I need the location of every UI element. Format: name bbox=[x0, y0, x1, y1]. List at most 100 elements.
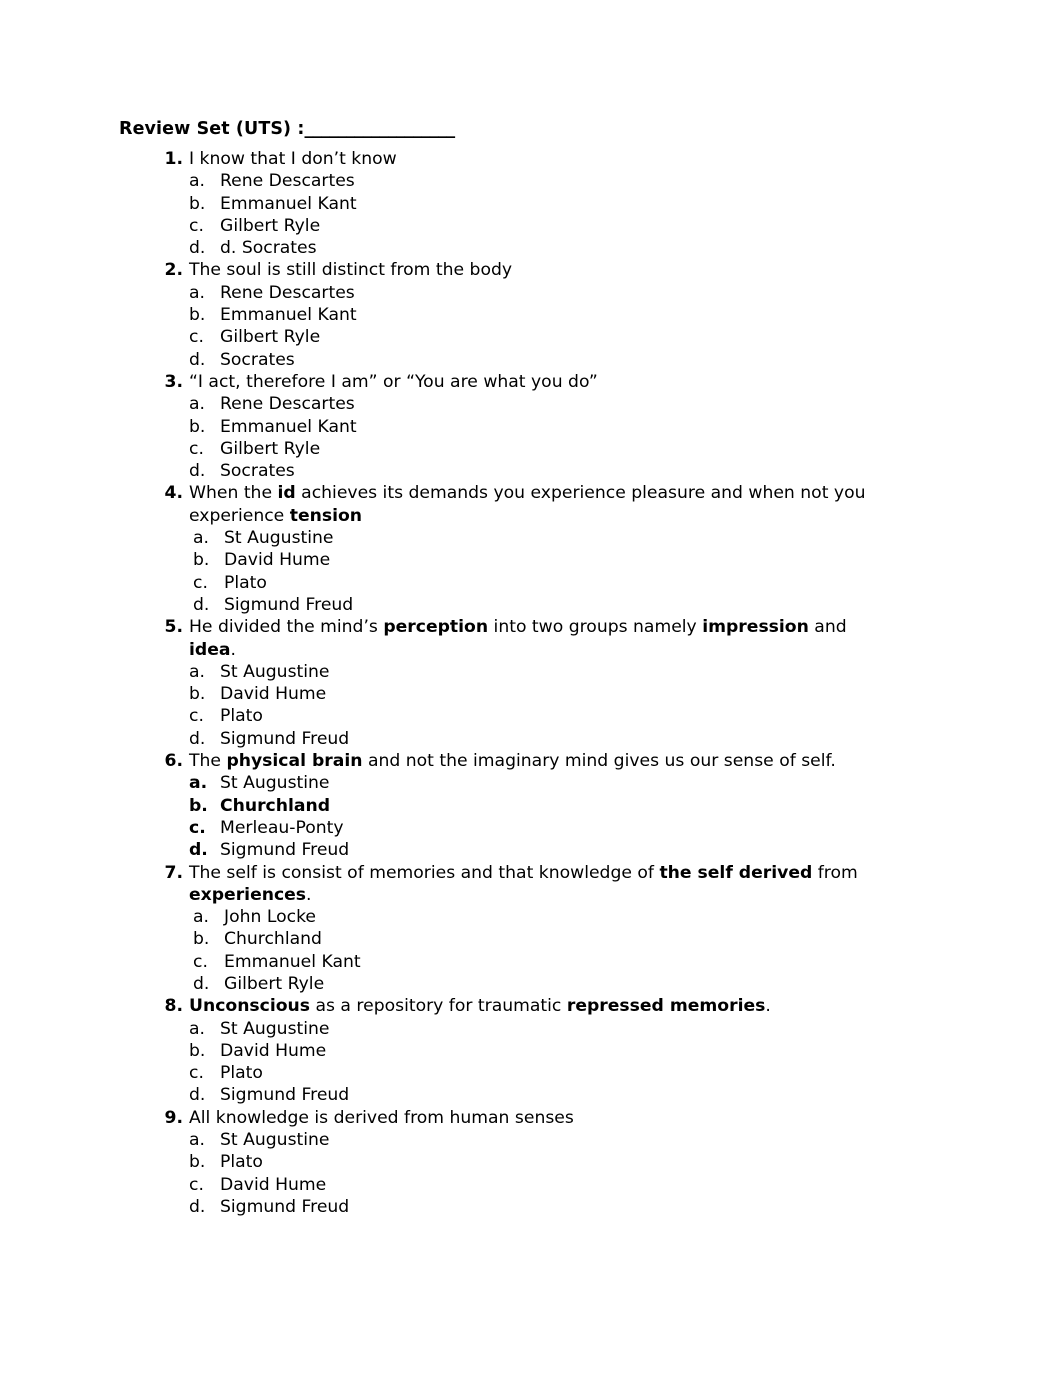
option-item[interactable]: a. St Augustine bbox=[189, 772, 947, 794]
option-item[interactable]: b. Churchland bbox=[189, 795, 947, 817]
option-item[interactable]: d. Sigmund Freud bbox=[193, 594, 947, 616]
question-text-emphasis: impression bbox=[702, 617, 809, 638]
option-item[interactable]: a. Rene Descartes bbox=[189, 170, 947, 192]
question-text-run: The self is consist of memories and that… bbox=[189, 862, 660, 883]
option-text: Emmanuel Kant bbox=[220, 416, 357, 437]
option-label: d. bbox=[189, 238, 206, 259]
option-list: a. St Augustine b. Plato c. David Hume d. Sigmu… bbox=[189, 1129, 947, 1218]
option-item[interactable]: d. Sigmund Freud bbox=[189, 1196, 947, 1218]
option-item[interactable]: c. Plato bbox=[189, 705, 947, 727]
question-text-run: into two groups namely bbox=[488, 617, 703, 638]
option-list: a. St Augustine b. David Hume c. Plato d. Sigmu… bbox=[189, 1018, 947, 1107]
question-item: 6. The physical brain and not the imagina… bbox=[115, 750, 947, 861]
option-item[interactable]: b. Emmanuel Kant bbox=[189, 416, 947, 438]
option-label: b. bbox=[189, 305, 206, 326]
option-text: Sigmund Freud bbox=[220, 728, 350, 749]
question-number: 4. bbox=[164, 483, 184, 504]
option-item[interactable]: b. Plato bbox=[189, 1151, 947, 1173]
option-item[interactable]: c. Merleau-Ponty bbox=[189, 817, 947, 839]
option-text: Socrates bbox=[220, 349, 295, 370]
question-item: 2. The soul is still distinct from the bo… bbox=[115, 259, 947, 370]
option-text: David Hume bbox=[224, 550, 331, 571]
question-text-run: . bbox=[230, 639, 236, 660]
question-number: 6. bbox=[164, 751, 184, 772]
document-page: Review Set (UTS) :__________________ 1. I… bbox=[0, 0, 1062, 1377]
option-item[interactable]: b. David Hume bbox=[189, 1040, 947, 1062]
question-text-emphasis: repressed memories bbox=[566, 996, 766, 1017]
question-text-emphasis: the self derived bbox=[659, 862, 813, 883]
question-text-emphasis: perception bbox=[383, 617, 489, 638]
option-item[interactable]: a. John Locke bbox=[193, 906, 947, 928]
option-text: Merleau-Ponty bbox=[220, 817, 344, 838]
option-text: Plato bbox=[220, 1063, 263, 1084]
option-label: c. bbox=[189, 706, 204, 727]
question-number: 1. bbox=[164, 149, 184, 169]
option-item[interactable]: d. Sigmund Freud bbox=[189, 1084, 947, 1106]
option-label: b. bbox=[189, 416, 206, 437]
question-text-run: and not the imaginary mind gives us our … bbox=[362, 751, 836, 772]
option-item[interactable]: a. Rene Descartes bbox=[189, 282, 947, 304]
option-item[interactable]: a. Rene Descartes bbox=[189, 393, 947, 415]
option-label: b. bbox=[189, 795, 208, 816]
option-text: Gilbert Ryle bbox=[220, 215, 321, 236]
option-item[interactable]: d. Sigmund Freud bbox=[189, 839, 947, 861]
option-text: Emmanuel Kant bbox=[224, 951, 361, 972]
option-label: d. bbox=[189, 1196, 206, 1217]
option-item[interactable]: b. Emmanuel Kant bbox=[189, 193, 947, 215]
question-item: 7. The self is consist of memories and th… bbox=[115, 862, 947, 996]
option-item[interactable]: c. Gilbert Ryle bbox=[189, 215, 947, 237]
question-list: 1. I know that I don’t know a. Rene Descart… bbox=[115, 148, 947, 1218]
option-item[interactable]: b. David Hume bbox=[193, 549, 947, 571]
option-text: Rene Descartes bbox=[220, 282, 355, 303]
option-label: a. bbox=[189, 1130, 205, 1151]
option-text: Emmanuel Kant bbox=[220, 305, 357, 326]
option-item[interactable]: a. St Augustine bbox=[193, 527, 947, 549]
option-text: John Locke bbox=[224, 907, 316, 928]
question-item: 1. I know that I don’t know a. Rene Descart… bbox=[115, 148, 947, 259]
option-item[interactable]: c. David Hume bbox=[189, 1174, 947, 1196]
option-label: a. bbox=[189, 773, 208, 794]
option-item[interactable]: a. St Augustine bbox=[189, 1018, 947, 1040]
option-label: c. bbox=[189, 327, 204, 348]
question-text-run: and bbox=[808, 617, 847, 638]
question-text-emphasis: experiences bbox=[189, 884, 307, 905]
option-item[interactable]: c. Plato bbox=[189, 1062, 947, 1084]
question-item: 8. Unconscious as a repository for trauma… bbox=[115, 995, 947, 1106]
option-label: c. bbox=[189, 438, 204, 459]
question-text-run: from bbox=[812, 862, 858, 883]
option-item[interactable]: d. Gilbert Ryle bbox=[193, 973, 947, 995]
option-text: d. Socrates bbox=[220, 238, 317, 259]
option-label: a. bbox=[189, 661, 205, 682]
option-item[interactable]: b. David Hume bbox=[189, 683, 947, 705]
option-text: St Augustine bbox=[224, 528, 334, 549]
question-text-run: . bbox=[306, 884, 312, 905]
option-item[interactable]: d. d. Socrates bbox=[189, 237, 947, 259]
option-label: a. bbox=[189, 394, 205, 415]
option-label: d. bbox=[189, 461, 206, 482]
option-item[interactable]: c. Plato bbox=[193, 572, 947, 594]
option-item[interactable]: c. Emmanuel Kant bbox=[193, 951, 947, 973]
option-item[interactable]: a. St Augustine bbox=[189, 1129, 947, 1151]
option-item[interactable]: a. St Augustine bbox=[189, 661, 947, 683]
option-list: a. Rene Descartes b. Emmanuel Kant c. Gilbert… bbox=[189, 282, 947, 371]
question-text-run: The bbox=[189, 751, 227, 772]
option-label: a. bbox=[189, 171, 205, 192]
option-item[interactable]: c. Gilbert Ryle bbox=[189, 326, 947, 348]
option-text: St Augustine bbox=[220, 773, 330, 794]
option-label: c. bbox=[189, 1174, 204, 1195]
option-item[interactable]: d. Socrates bbox=[189, 349, 947, 371]
question-item: 9. All knowledge is derived from human se… bbox=[115, 1107, 947, 1218]
option-label: d. bbox=[189, 728, 206, 749]
option-item[interactable]: b. Emmanuel Kant bbox=[189, 304, 947, 326]
option-item[interactable]: c. Gilbert Ryle bbox=[189, 438, 947, 460]
option-item[interactable]: d. Socrates bbox=[189, 460, 947, 482]
question-text-run: He divided the mind’s bbox=[189, 617, 384, 638]
question-text: Unconscious as a repository for traumati… bbox=[189, 995, 879, 1017]
option-item[interactable]: b. Churchland bbox=[193, 928, 947, 950]
question-item: 4. When the id achieves its demands you e… bbox=[115, 482, 947, 616]
option-item[interactable]: d. Sigmund Freud bbox=[189, 728, 947, 750]
option-text: St Augustine bbox=[220, 661, 330, 682]
option-list: a. St Augustine b. David Hume c. Plato d. Sigmu… bbox=[193, 527, 947, 616]
option-list: a. St Augustine b. David Hume c. Plato d. Sigmu… bbox=[189, 661, 947, 750]
question-text: The self is consist of memories and that… bbox=[189, 862, 879, 907]
